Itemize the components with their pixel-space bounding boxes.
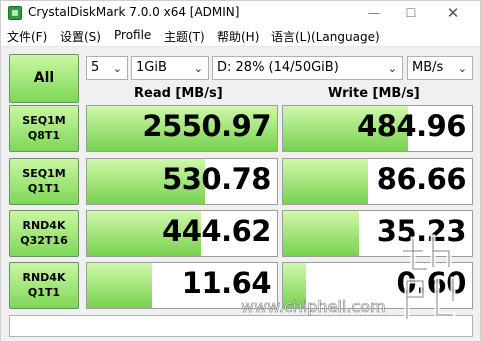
test-button-rnd4k-q32t16[interactable]: RND4K Q32T16 xyxy=(9,210,79,257)
write-result-cell: 484.96 xyxy=(282,105,473,152)
test-button-seq1m-q8t1[interactable]: SEQ1M Q8T1 xyxy=(9,105,79,152)
chevron-down-icon: ⌄ xyxy=(457,62,467,75)
read-result-value: 2550.97 xyxy=(142,109,271,143)
write-result-value: 86.66 xyxy=(376,162,467,196)
menu-bar: 文件(F) 设置(S) Profile 主题(T) 帮助(H) 语言(L)(La… xyxy=(1,25,480,47)
read-result-cell: 530.78 xyxy=(86,158,278,205)
test-name: SEQ1M xyxy=(22,114,66,127)
test-params: Q8T1 xyxy=(27,129,61,142)
menu-settings[interactable]: 设置(S) xyxy=(60,28,101,45)
window-title: CrystalDiskMark 7.0.0 x64 [ADMIN] xyxy=(28,5,240,19)
write-column-header: Write [MB/s] xyxy=(328,86,420,101)
chevron-down-icon: ⌄ xyxy=(193,62,203,75)
chiphell-watermark-logo-icon xyxy=(400,234,456,322)
drive-select[interactable]: D: 28% (14/50GiB) ⌄ xyxy=(212,56,403,80)
menu-file[interactable]: 文件(F) xyxy=(7,28,47,45)
menu-language[interactable]: 语言(L)(Language) xyxy=(271,28,380,45)
menu-help[interactable]: 帮助(H) xyxy=(217,28,259,45)
test-button-seq1m-q1t1[interactable]: SEQ1M Q1T1 xyxy=(9,158,79,205)
unit-value: MB/s xyxy=(412,60,444,75)
menu-profile[interactable]: Profile xyxy=(114,28,151,42)
test-params: Q1T1 xyxy=(27,286,61,299)
unit-select[interactable]: MB/s ⌄ xyxy=(407,56,473,80)
menu-theme[interactable]: 主题(T) xyxy=(164,28,205,45)
read-result-value: 11.64 xyxy=(181,266,272,300)
test-count-value: 5 xyxy=(91,60,100,75)
chevron-down-icon: ⌄ xyxy=(387,62,397,75)
chevron-down-icon: ⌄ xyxy=(112,62,122,75)
write-result-value: 484.96 xyxy=(357,109,466,143)
test-params: Q1T1 xyxy=(27,182,61,195)
title-bar: CrystalDiskMark 7.0.0 x64 [ADMIN] — ☐ ✕ xyxy=(1,1,480,25)
read-result-value: 444.62 xyxy=(162,214,271,248)
app-window: CrystalDiskMark 7.0.0 x64 [ADMIN] — ☐ ✕ … xyxy=(0,0,481,342)
close-button[interactable]: ✕ xyxy=(435,1,471,25)
read-result-cell: 444.62 xyxy=(86,210,278,257)
read-result-value: 530.78 xyxy=(162,162,271,196)
write-result-bar xyxy=(283,211,359,256)
test-count-select[interactable]: 5 ⌄ xyxy=(86,56,128,80)
minimize-button[interactable]: — xyxy=(356,1,392,25)
test-size-select[interactable]: 1GiB ⌄ xyxy=(131,56,209,80)
write-result-cell: 86.66 xyxy=(282,158,473,205)
drive-value: D: 28% (14/50GiB) xyxy=(217,60,339,75)
maximize-button[interactable]: ☐ xyxy=(393,1,429,25)
app-icon xyxy=(8,6,22,20)
test-button-rnd4k-q1t1[interactable]: RND4K Q1T1 xyxy=(9,262,79,309)
test-name: SEQ1M xyxy=(22,167,66,180)
test-size-value: 1GiB xyxy=(136,60,167,75)
read-column-header: Read [MB/s] xyxy=(134,86,223,101)
run-all-button[interactable]: All xyxy=(9,54,79,103)
test-name: RND4K xyxy=(22,219,66,232)
read-result-bar xyxy=(87,263,152,308)
watermark-url: www.chiphell.com xyxy=(241,297,386,317)
test-params: Q32T16 xyxy=(20,234,68,247)
test-name: RND4K xyxy=(22,271,66,284)
read-result-cell: 2550.97 xyxy=(86,105,278,152)
write-result-bar xyxy=(283,159,369,204)
